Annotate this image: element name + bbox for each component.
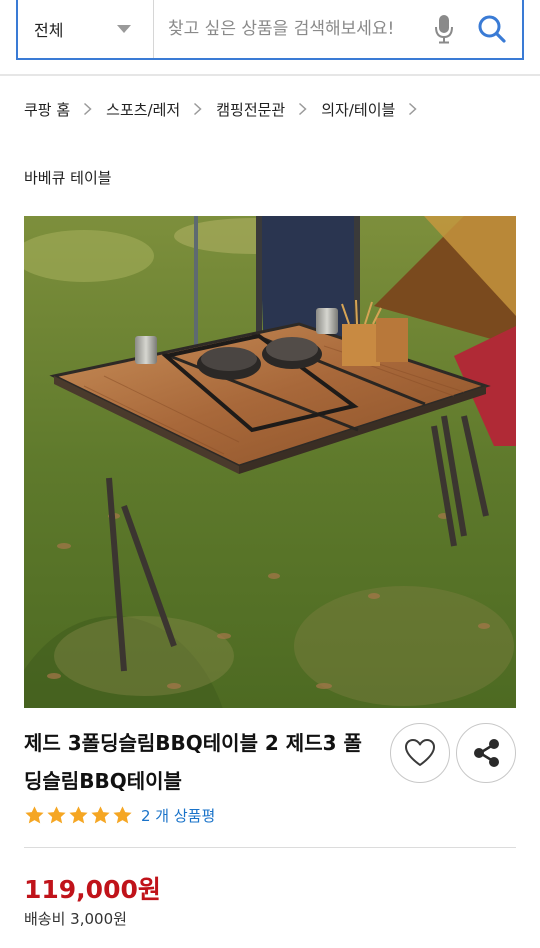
- star-icon: [47, 805, 66, 823]
- rating: 2 개 상품평: [24, 803, 215, 827]
- subcategory-link[interactable]: 바베큐 테이블: [24, 167, 112, 188]
- price-divider: [24, 847, 516, 848]
- star-icon: [91, 805, 110, 823]
- breadcrumb-home[interactable]: 쿠팡 홈: [24, 99, 70, 120]
- product-title: 제드 3폴딩슬림BBQ테이블 2 제드3 폴딩슬림BBQ테이블: [24, 731, 362, 793]
- breadcrumb-chairs-tables[interactable]: 의자/테이블: [321, 99, 395, 120]
- star-icon: [113, 805, 132, 823]
- star-rating: [24, 805, 133, 826]
- chevron-right-icon: [294, 97, 310, 121]
- chevron-right-icon: [404, 97, 420, 121]
- mic-icon[interactable]: [430, 11, 458, 47]
- search-icon[interactable]: [468, 5, 516, 53]
- breadcrumb-sports[interactable]: 스포츠/레저: [106, 99, 180, 120]
- shipping-fee: 배송비 3,000원: [24, 910, 127, 928]
- star-icon: [25, 805, 44, 823]
- category-label: 전체: [34, 21, 64, 40]
- product-image[interactable]: [24, 216, 516, 708]
- favorite-button[interactable]: [390, 723, 450, 783]
- heart-icon: [405, 739, 435, 766]
- breadcrumb-camping[interactable]: 캠핑전문관: [216, 99, 285, 120]
- share-icon: [474, 739, 499, 767]
- chevron-right-icon: [79, 97, 95, 121]
- search-input[interactable]: [154, 0, 430, 58]
- breadcrumb: 쿠팡 홈 스포츠/레저 캠핑전문관 의자/테이블: [24, 97, 431, 121]
- search-bar: 전체: [16, 0, 524, 60]
- header-divider: [0, 74, 540, 76]
- star-icon: [69, 805, 88, 823]
- share-button[interactable]: [456, 723, 516, 783]
- product-price: 119,000원: [24, 875, 161, 904]
- review-count-link[interactable]: 2 개 상품평: [141, 805, 215, 826]
- chevron-right-icon: [189, 97, 205, 121]
- chevron-down-icon: [117, 25, 131, 33]
- category-dropdown[interactable]: 전체: [18, 0, 154, 58]
